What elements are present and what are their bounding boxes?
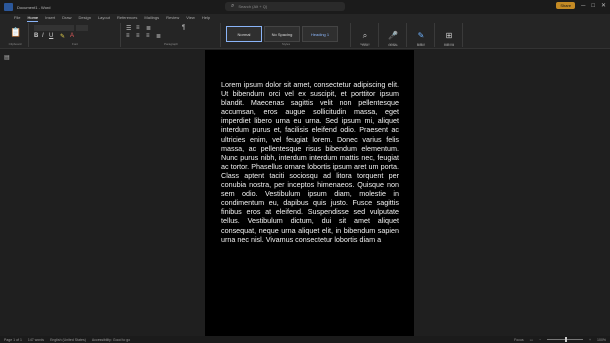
tab-design[interactable]: Design bbox=[78, 14, 90, 22]
group-label-editing: Editing bbox=[360, 42, 370, 46]
group-label-editor: Editor bbox=[417, 42, 425, 46]
group-font: B I U ✎ A Font bbox=[30, 23, 121, 47]
focus-button[interactable]: Focus bbox=[514, 338, 524, 342]
addins-icon: ⊞ bbox=[445, 31, 453, 40]
style-normal[interactable]: Normal bbox=[226, 26, 262, 42]
window-controls: Share ─ □ ✕ bbox=[556, 2, 606, 9]
group-voice: 🎤 Dictate Voice bbox=[380, 23, 407, 47]
navigation-pane-icon[interactable]: ▤ bbox=[4, 54, 10, 61]
tab-file[interactable]: File bbox=[14, 14, 20, 22]
search-placeholder: Search (Alt + Q) bbox=[238, 4, 268, 9]
group-paragraph: ☰ ≡ ≣ ≡ ≡ ≡ ≣ ¶ Paragraph bbox=[122, 23, 221, 47]
print-layout-icon[interactable]: ▭ bbox=[530, 338, 533, 342]
microphone-icon: 🎤 bbox=[388, 31, 398, 40]
zoom-out-icon[interactable]: − bbox=[539, 338, 541, 342]
group-styles: Normal No Spacing Heading 1 Styles bbox=[222, 23, 351, 47]
zoom-level[interactable]: 100% bbox=[597, 338, 606, 342]
bullets-icon[interactable]: ☰ bbox=[126, 25, 131, 32]
word-app-icon bbox=[4, 3, 13, 11]
underline-icon[interactable]: U bbox=[49, 33, 53, 39]
editor-icon: ✎ bbox=[417, 31, 425, 40]
align-center-icon[interactable]: ≡ bbox=[136, 33, 140, 39]
document-page[interactable]: Lorem ipsum dolor sit amet, consectetur … bbox=[205, 50, 414, 336]
title-bar: Document1 - Word ⌕ Search (Alt + Q) Shar… bbox=[0, 0, 610, 14]
group-clipboard: 📋 Clipboard bbox=[2, 23, 29, 47]
close-icon[interactable]: ✕ bbox=[601, 2, 606, 9]
tab-help[interactable]: Help bbox=[202, 14, 210, 22]
share-button[interactable]: Share bbox=[556, 2, 576, 9]
tab-layout[interactable]: Layout bbox=[98, 14, 110, 22]
align-right-icon[interactable]: ≡ bbox=[146, 33, 150, 39]
group-label-paragraph: Paragraph bbox=[163, 42, 178, 46]
ribbon-groups: 📋 Clipboard B I U ✎ A Font ☰ ≡ ≣ ≡ ≡ ≡ ≣… bbox=[0, 23, 610, 47]
align-left-icon[interactable]: ≡ bbox=[126, 33, 130, 39]
zoom-slider-thumb[interactable] bbox=[565, 337, 567, 342]
language-indicator[interactable]: English (United States) bbox=[50, 338, 86, 342]
maximize-icon[interactable]: □ bbox=[591, 3, 595, 9]
search-icon: ⌕ bbox=[231, 3, 235, 9]
group-addins: ⊞ Add-ins Add-ins bbox=[436, 23, 463, 47]
tab-mailings[interactable]: Mailings bbox=[144, 14, 159, 22]
group-editor: ✎ Editor Editor bbox=[408, 23, 435, 47]
search-box[interactable]: ⌕ Search (Alt + Q) bbox=[225, 2, 345, 11]
group-label-voice: Voice bbox=[389, 42, 397, 46]
bold-icon[interactable]: B bbox=[34, 33, 38, 39]
accessibility-status[interactable]: Accessibility: Good to go bbox=[92, 338, 130, 342]
font-size-select[interactable] bbox=[76, 25, 88, 31]
show-formatting-icon[interactable]: ¶ bbox=[182, 25, 185, 31]
group-label-font: Font bbox=[71, 42, 78, 46]
group-label-styles: Styles bbox=[281, 42, 291, 46]
group-label-addins: Add-ins bbox=[443, 42, 455, 46]
word-count[interactable]: 147 words bbox=[28, 338, 44, 342]
tab-view[interactable]: View bbox=[186, 14, 195, 22]
tab-references[interactable]: References bbox=[117, 14, 137, 22]
style-no-spacing[interactable]: No Spacing bbox=[264, 26, 300, 42]
find-icon: ⌕ bbox=[362, 31, 368, 40]
tab-home[interactable]: Home bbox=[27, 14, 39, 22]
tab-insert[interactable]: Insert bbox=[45, 14, 55, 22]
zoom-slider[interactable] bbox=[547, 337, 583, 342]
minimize-icon[interactable]: ─ bbox=[581, 3, 585, 9]
font-color-icon[interactable]: A bbox=[70, 33, 74, 39]
highlight-icon[interactable]: ✎ bbox=[60, 33, 65, 40]
tab-draw[interactable]: Draw bbox=[62, 14, 71, 22]
style-heading-1[interactable]: Heading 1 bbox=[302, 26, 338, 42]
multilevel-list-icon[interactable]: ≣ bbox=[146, 25, 151, 32]
paste-icon[interactable]: 📋 bbox=[10, 27, 21, 38]
document-body-text[interactable]: Lorem ipsum dolor sit amet, consectetur … bbox=[221, 80, 399, 244]
numbering-icon[interactable]: ≡ bbox=[136, 25, 140, 31]
justify-icon[interactable]: ≣ bbox=[156, 33, 161, 40]
status-bar: Page 1 of 1 147 words English (United St… bbox=[0, 336, 610, 343]
zoom-in-icon[interactable]: + bbox=[589, 338, 591, 342]
page-count[interactable]: Page 1 of 1 bbox=[4, 338, 22, 342]
group-label-clipboard: Clipboard bbox=[8, 42, 22, 46]
document-title: Document1 - Word bbox=[17, 4, 51, 10]
ribbon-tabs: File Home Insert Draw Design Layout Refe… bbox=[0, 14, 210, 22]
ribbon: File Home Insert Draw Design Layout Refe… bbox=[0, 14, 610, 49]
font-name-select[interactable] bbox=[34, 25, 74, 31]
italic-icon[interactable]: I bbox=[42, 33, 44, 39]
group-editing: ⌕ Find Editing bbox=[352, 23, 379, 47]
tab-review[interactable]: Review bbox=[166, 14, 179, 22]
